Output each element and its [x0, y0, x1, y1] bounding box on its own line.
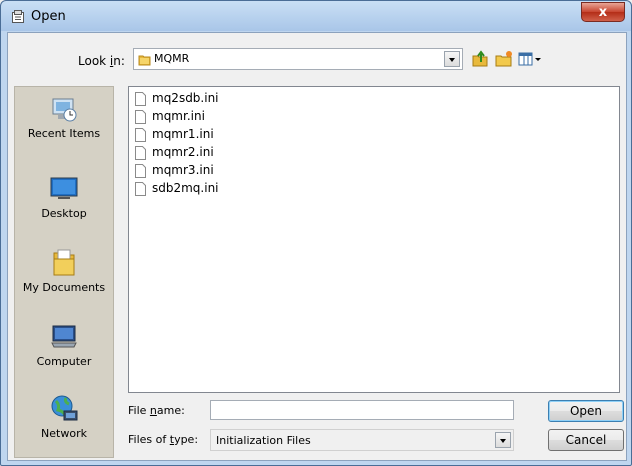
file-name: mqmr.ini	[152, 109, 205, 123]
look-in-label: Look in:	[78, 54, 125, 68]
window-title: Open	[31, 9, 66, 24]
file-type-label: Files of type:	[128, 433, 199, 446]
place-label: My Documents	[22, 281, 106, 294]
file-name: mqmr1.ini	[152, 127, 214, 141]
file-list[interactable]: mq2sdb.ini mqmr.ini mqmr1.ini mqmr2.ini …	[128, 86, 620, 393]
file-icon	[135, 164, 146, 178]
file-icon	[135, 110, 146, 124]
file-name: mq2sdb.ini	[152, 91, 219, 105]
place-label: Network	[41, 427, 87, 440]
cancel-button[interactable]: Cancel	[548, 429, 624, 451]
file-name-label: File name:	[128, 404, 185, 417]
file-icon	[135, 182, 146, 196]
look-in-value: MQMR	[154, 52, 190, 65]
chevron-down-icon[interactable]	[444, 51, 460, 67]
place-desktop[interactable]: Desktop	[15, 173, 113, 220]
file-icon	[135, 92, 146, 106]
new-folder-icon[interactable]	[494, 50, 514, 68]
up-folder-icon[interactable]	[470, 50, 490, 68]
file-type-dropdown[interactable]: Initialization Files	[210, 429, 514, 451]
network-icon	[51, 395, 78, 421]
place-recent-items[interactable]: Recent Items	[15, 93, 113, 140]
look-in-dropdown[interactable]: MQMR	[133, 48, 463, 70]
place-label: Recent Items	[27, 127, 101, 140]
view-menu-icon[interactable]	[517, 50, 543, 68]
place-label: Desktop	[41, 207, 87, 220]
file-name-input[interactable]	[210, 400, 514, 420]
close-button[interactable]: x	[581, 2, 625, 22]
place-computer[interactable]: Computer	[15, 321, 113, 368]
file-name: mqmr3.ini	[152, 163, 214, 177]
desktop-icon	[50, 177, 78, 199]
folder-icon	[138, 55, 151, 66]
close-icon: x	[598, 5, 608, 20]
file-icon	[135, 146, 146, 160]
title-bar[interactable]: Open x	[1, 1, 631, 33]
file-type-value: Initialization Files	[216, 434, 311, 447]
place-my-documents[interactable]: My Documents	[15, 247, 113, 294]
place-network[interactable]: Network	[15, 393, 113, 440]
open-button[interactable]: Open	[548, 400, 624, 422]
place-label: Computer	[36, 355, 92, 368]
computer-icon	[51, 325, 77, 348]
recent-items-icon	[52, 98, 77, 122]
places-bar: Recent Items Desktop My Documents Comput…	[14, 86, 114, 458]
dialog-body: Look in: MQMR Recent Items Desktop My Do…	[7, 32, 627, 461]
file-icon	[135, 128, 146, 142]
file-name: sdb2mq.ini	[152, 181, 219, 195]
file-name: mqmr2.ini	[152, 145, 214, 159]
open-dialog: Open x Look in: MQMR Recent Items Deskto…	[0, 0, 632, 466]
chevron-down-icon[interactable]	[495, 432, 511, 448]
my-documents-icon	[53, 249, 75, 276]
open-dialog-icon	[12, 10, 24, 23]
